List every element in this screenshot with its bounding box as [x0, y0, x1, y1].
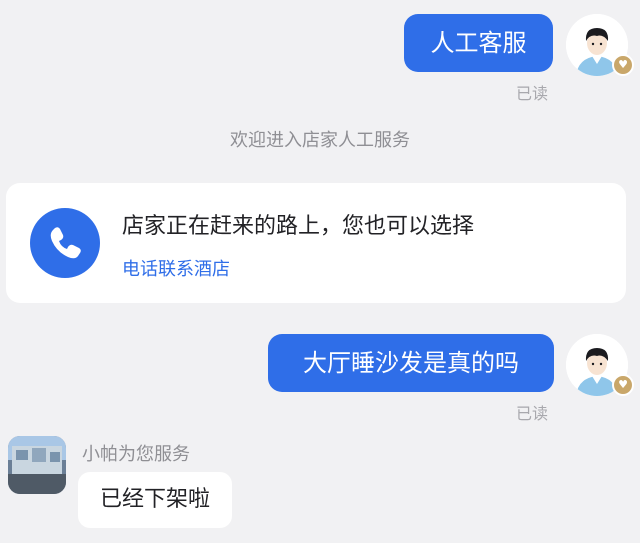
outgoing-message-bubble[interactable]: 人工客服 [404, 14, 553, 72]
phone-icon[interactable] [30, 208, 100, 278]
read-status: 已读 [516, 404, 549, 423]
incoming-message-bubble[interactable]: 已经下架啦 [78, 472, 233, 528]
outgoing-message-bubble[interactable]: 大厅睡沙发是真的吗 [268, 334, 554, 392]
chat-view: 人工客服 ♥ 已读 欢迎进入店家人工服务 店家正在赶来的路上，您也可以选择 电话… [0, 0, 640, 543]
agent-avatar[interactable] [8, 436, 66, 494]
verified-badge-icon: ♥ [612, 374, 634, 396]
system-notice: 欢迎进入店家人工服务 [230, 130, 410, 151]
read-status: 已读 [516, 84, 549, 103]
card-title: 店家正在赶来的路上，您也可以选择 [122, 214, 475, 239]
contact-hotel-card: 店家正在赶来的路上，您也可以选择 电话联系酒店 [6, 183, 626, 303]
agent-name: 小帕为您服务 [82, 444, 190, 465]
call-hotel-link[interactable]: 电话联系酒店 [122, 255, 230, 281]
verified-badge-icon: ♥ [612, 54, 634, 76]
agent-avatar-icon [8, 436, 66, 494]
